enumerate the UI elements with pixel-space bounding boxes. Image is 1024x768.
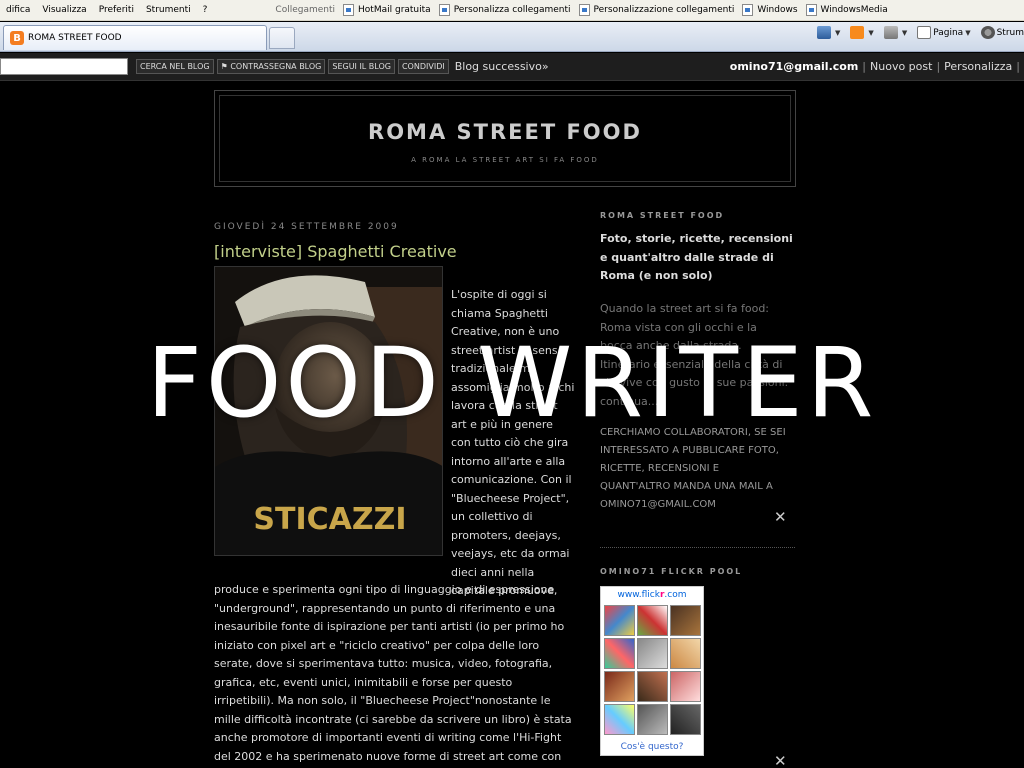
flickr-thumb[interactable] — [670, 638, 701, 669]
menu-view[interactable]: Visualizza — [36, 5, 92, 15]
link-windows[interactable]: Windows — [742, 4, 798, 16]
link-label: Personalizzazione collegamenti — [593, 5, 735, 15]
blogger-icon: B — [10, 31, 24, 45]
blog-title[interactable]: ROMA STREET FOOD — [220, 120, 790, 144]
flickr-thumb[interactable] — [604, 704, 635, 735]
home-button[interactable]: ▼ — [817, 26, 840, 39]
share-button[interactable]: CONDIVIDI — [397, 59, 449, 74]
flickr-thumb[interactable] — [670, 671, 701, 702]
blogger-navbar: CERCA NEL BLOG ⚑ CONTRASSEGNA BLOG SEGUI… — [0, 53, 1024, 81]
flag-blog-button[interactable]: ⚑ CONTRASSEGNA BLOG — [216, 59, 326, 74]
post-body: produce e sperimenta ogni tipo di lingua… — [214, 583, 572, 763]
wrench-icon[interactable]: ✕ — [774, 508, 787, 526]
link-personalizzazione[interactable]: Personalizzazione collegamenti — [578, 4, 735, 16]
customize-link[interactable]: Personalizza — [944, 60, 1012, 73]
browser-menubar: difica Visualizza Preferiti Strumenti ? … — [0, 0, 1024, 21]
wrench-icon[interactable]: ✕ — [774, 752, 787, 768]
chevron-down-icon: ▼ — [868, 28, 874, 37]
blog-description: A ROMA LA STREET ART SI FA FOOD — [411, 156, 599, 164]
page-icon — [578, 4, 590, 16]
home-icon — [817, 26, 832, 39]
page-icon — [805, 4, 817, 16]
user-email: omino71@gmail.com — [729, 60, 859, 73]
blog-header: ROMA STREET FOOD A ROMA LA STREET ART SI… — [214, 90, 796, 187]
tab-title: ROMA STREET FOOD — [28, 33, 122, 43]
link-label: HotMail gratuita — [358, 5, 431, 15]
flickr-what-link[interactable]: Cos'è questo? — [601, 742, 703, 752]
link-hotmail[interactable]: HotMail gratuita — [343, 4, 431, 16]
feeds-button[interactable]: ▼ — [850, 26, 874, 39]
new-post-link[interactable]: Nuovo post — [870, 60, 932, 73]
rss-icon — [850, 26, 865, 39]
page-menu-label: Pagina — [933, 27, 964, 38]
new-tab-button[interactable] — [269, 27, 295, 49]
print-button[interactable]: ▼ — [883, 26, 908, 39]
tab-bar: B ROMA STREET FOOD ▼ ▼ ▼ Pagina ▼ Strum — [0, 22, 1024, 52]
sidebar-heading-about: ROMA STREET FOOD — [600, 211, 725, 220]
tools-icon — [980, 26, 995, 39]
flickr-thumb[interactable] — [637, 638, 668, 669]
sidebar-divider — [600, 547, 795, 548]
chevron-down-icon: ▼ — [965, 28, 971, 37]
tools-menu-button[interactable]: Strum — [980, 26, 1024, 39]
blog-header-frame: ROMA STREET FOOD A ROMA LA STREET ART SI… — [219, 95, 791, 182]
flickr-thumb[interactable] — [670, 605, 701, 636]
search-blog-button[interactable]: CERCA NEL BLOG — [136, 59, 214, 74]
post-title[interactable]: [interviste] Spaghetti Creative — [214, 242, 457, 261]
page-icon — [742, 4, 754, 16]
blog-search-input[interactable] — [0, 58, 128, 75]
link-label: WindowsMedia — [820, 5, 888, 15]
flickr-thumb[interactable] — [637, 704, 668, 735]
flickr-logo[interactable]: www.flickr.com — [601, 590, 703, 600]
flickr-thumb[interactable] — [637, 605, 668, 636]
page-menu-button[interactable]: Pagina ▼ — [917, 26, 971, 39]
link-personalizza[interactable]: Personalizza collegamenti — [438, 4, 571, 16]
chevron-down-icon: ▼ — [901, 28, 908, 37]
navbar-user-links: omino71@gmail.com | Nuovo post | Personalizz… — [729, 60, 1020, 73]
link-label: Personalizza collegamenti — [453, 5, 571, 15]
flickr-thumb[interactable] — [604, 605, 635, 636]
chevron-down-icon: ▼ — [835, 28, 841, 37]
link-windowsmedia[interactable]: WindowsMedia — [805, 4, 888, 16]
flickr-badge[interactable]: www.flickr.com Cos'è questo? — [600, 586, 704, 756]
flickr-thumb[interactable] — [604, 638, 635, 669]
menu-favorites[interactable]: Preferiti — [93, 5, 140, 15]
flickr-thumb[interactable] — [604, 671, 635, 702]
tools-menu-label: Strum — [996, 27, 1024, 38]
page-icon — [438, 4, 450, 16]
overlay-title: FOOD WRITER — [146, 327, 878, 439]
next-blog-link[interactable]: Blog successivo» — [455, 60, 549, 73]
sidebar-heading-flickr: OMINO71 FLICKR POOL — [600, 567, 743, 576]
page-icon — [917, 26, 932, 39]
print-icon — [883, 26, 898, 39]
command-bar: ▼ ▼ ▼ Pagina ▼ Strum — [807, 26, 1024, 39]
sidebar-description: Foto, storie, ricette, recensioni e quan… — [600, 232, 793, 282]
link-label: Windows — [757, 5, 798, 15]
tab-roma-street-food[interactable]: B ROMA STREET FOOD — [3, 25, 267, 50]
menu-edit[interactable]: difica — [0, 5, 36, 15]
flickr-thumb[interactable] — [637, 671, 668, 702]
page-icon — [343, 4, 355, 16]
follow-blog-button[interactable]: SEGUI IL BLOG — [328, 59, 395, 74]
menu-tools[interactable]: Strumenti — [140, 5, 197, 15]
links-label: Collegamenti — [275, 5, 336, 15]
menu-help[interactable]: ? — [197, 5, 214, 15]
flickr-thumb[interactable] — [670, 704, 701, 735]
shirt-print-text: STICAZZI — [253, 502, 406, 537]
flickr-thumbnails — [604, 605, 701, 735]
post-date: GIOVEDÌ 24 SETTEMBRE 2009 — [214, 222, 399, 232]
